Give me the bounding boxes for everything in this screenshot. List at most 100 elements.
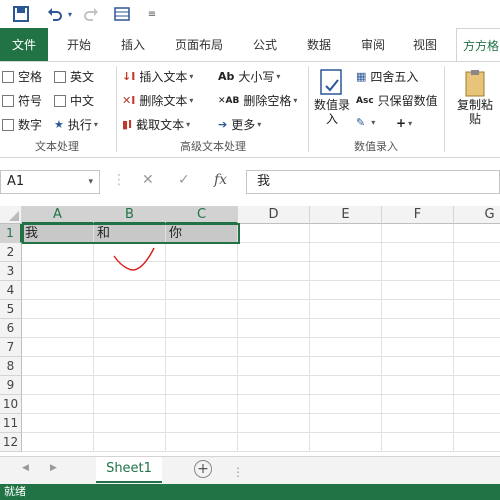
- cell[interactable]: [166, 338, 238, 357]
- cell[interactable]: [22, 262, 94, 281]
- cell[interactable]: [238, 281, 310, 300]
- cell[interactable]: [166, 414, 238, 433]
- delete-text-button[interactable]: ✕I 删除文本 ▾: [122, 92, 193, 109]
- number-checkbox[interactable]: 数字: [2, 116, 42, 133]
- more-sheets-icon[interactable]: ⋮: [232, 465, 244, 479]
- tab-fangfangge[interactable]: 方方格: [456, 28, 500, 62]
- cell[interactable]: [166, 262, 238, 281]
- cell[interactable]: [382, 395, 454, 414]
- column-header-b[interactable]: B: [94, 206, 166, 224]
- cell[interactable]: [382, 300, 454, 319]
- cell[interactable]: [238, 357, 310, 376]
- cell[interactable]: [310, 376, 382, 395]
- cell[interactable]: [238, 262, 310, 281]
- tab-home[interactable]: 开始: [56, 28, 102, 62]
- cell[interactable]: [22, 414, 94, 433]
- cell[interactable]: [94, 376, 166, 395]
- cell[interactable]: [454, 376, 500, 395]
- cell[interactable]: [166, 300, 238, 319]
- cell[interactable]: [94, 357, 166, 376]
- name-box[interactable]: A1 ▾: [0, 170, 100, 194]
- cell[interactable]: [310, 262, 382, 281]
- insert-function-icon[interactable]: fx: [214, 172, 227, 188]
- customize-icon[interactable]: ≡: [146, 4, 158, 24]
- scroll-right-icon[interactable]: ▶: [50, 463, 57, 473]
- tab-review[interactable]: 审阅: [350, 28, 396, 62]
- cell[interactable]: [454, 262, 500, 281]
- space-checkbox[interactable]: 空格: [2, 68, 42, 85]
- edit-dropdown-button[interactable]: ✎ ▾: [356, 116, 375, 129]
- cell[interactable]: [310, 338, 382, 357]
- row-header-10[interactable]: 10: [0, 395, 22, 414]
- cell[interactable]: [382, 224, 454, 243]
- cell[interactable]: [238, 433, 310, 452]
- cell[interactable]: [238, 243, 310, 262]
- row-header-2[interactable]: 2: [0, 243, 22, 262]
- copy-paste-button[interactable]: 复制粘贴: [450, 68, 500, 136]
- cell[interactable]: [382, 319, 454, 338]
- cell[interactable]: [94, 338, 166, 357]
- cell[interactable]: [238, 319, 310, 338]
- form-icon[interactable]: [112, 4, 132, 24]
- cell[interactable]: [454, 224, 500, 243]
- select-all-corner[interactable]: [0, 206, 22, 224]
- row-header-5[interactable]: 5: [0, 300, 22, 319]
- cell[interactable]: [454, 357, 500, 376]
- sheet-tab-sheet1[interactable]: Sheet1: [96, 457, 162, 483]
- round-button[interactable]: ▦ 四舍五入: [356, 68, 418, 85]
- cell[interactable]: [238, 224, 310, 243]
- cell[interactable]: [310, 300, 382, 319]
- cell[interactable]: [310, 433, 382, 452]
- cell[interactable]: [382, 281, 454, 300]
- undo-dropdown-icon[interactable]: ▾: [66, 4, 74, 24]
- cell[interactable]: [22, 357, 94, 376]
- cell[interactable]: [382, 243, 454, 262]
- cell[interactable]: [382, 262, 454, 281]
- cell[interactable]: [94, 414, 166, 433]
- row-header-1[interactable]: 1: [0, 224, 22, 243]
- cell[interactable]: [454, 319, 500, 338]
- cell[interactable]: [310, 243, 382, 262]
- extract-text-button[interactable]: ▮I 截取文本 ▾: [122, 116, 190, 133]
- cell[interactable]: [454, 338, 500, 357]
- row-header-11[interactable]: 11: [0, 414, 22, 433]
- cell[interactable]: [22, 281, 94, 300]
- row-header-6[interactable]: 6: [0, 319, 22, 338]
- cell[interactable]: [454, 395, 500, 414]
- cell[interactable]: [22, 433, 94, 452]
- row-header-9[interactable]: 9: [0, 376, 22, 395]
- cell[interactable]: [166, 395, 238, 414]
- cell[interactable]: [94, 281, 166, 300]
- cell[interactable]: [94, 433, 166, 452]
- row-header-4[interactable]: 4: [0, 281, 22, 300]
- cell[interactable]: [310, 319, 382, 338]
- insert-text-button[interactable]: ↓I 插入文本 ▾: [122, 68, 193, 85]
- column-header-a[interactable]: A: [22, 206, 94, 224]
- column-header-f[interactable]: F: [382, 206, 454, 224]
- cancel-icon[interactable]: ✕: [142, 172, 154, 188]
- tab-page-layout[interactable]: 页面布局: [164, 28, 234, 62]
- cell[interactable]: [166, 376, 238, 395]
- tab-file[interactable]: 文件: [0, 28, 48, 62]
- cell[interactable]: [166, 243, 238, 262]
- cell[interactable]: [22, 376, 94, 395]
- chinese-checkbox[interactable]: 中文: [54, 92, 94, 109]
- tab-data[interactable]: 数据: [296, 28, 342, 62]
- column-header-e[interactable]: E: [310, 206, 382, 224]
- cell[interactable]: [22, 319, 94, 338]
- cell[interactable]: [238, 338, 310, 357]
- add-sheet-icon[interactable]: +: [194, 460, 212, 478]
- symbol-checkbox[interactable]: 符号: [2, 92, 42, 109]
- cell[interactable]: [454, 300, 500, 319]
- tab-formulas[interactable]: 公式: [242, 28, 288, 62]
- column-header-d[interactable]: D: [238, 206, 310, 224]
- cell[interactable]: [166, 281, 238, 300]
- formula-input[interactable]: 我: [246, 170, 500, 194]
- tab-insert[interactable]: 插入: [110, 28, 156, 62]
- confirm-icon[interactable]: ✓: [178, 172, 190, 188]
- cell[interactable]: [310, 224, 382, 243]
- row-header-7[interactable]: 7: [0, 338, 22, 357]
- cell[interactable]: [94, 395, 166, 414]
- cell[interactable]: [310, 395, 382, 414]
- cell[interactable]: [310, 414, 382, 433]
